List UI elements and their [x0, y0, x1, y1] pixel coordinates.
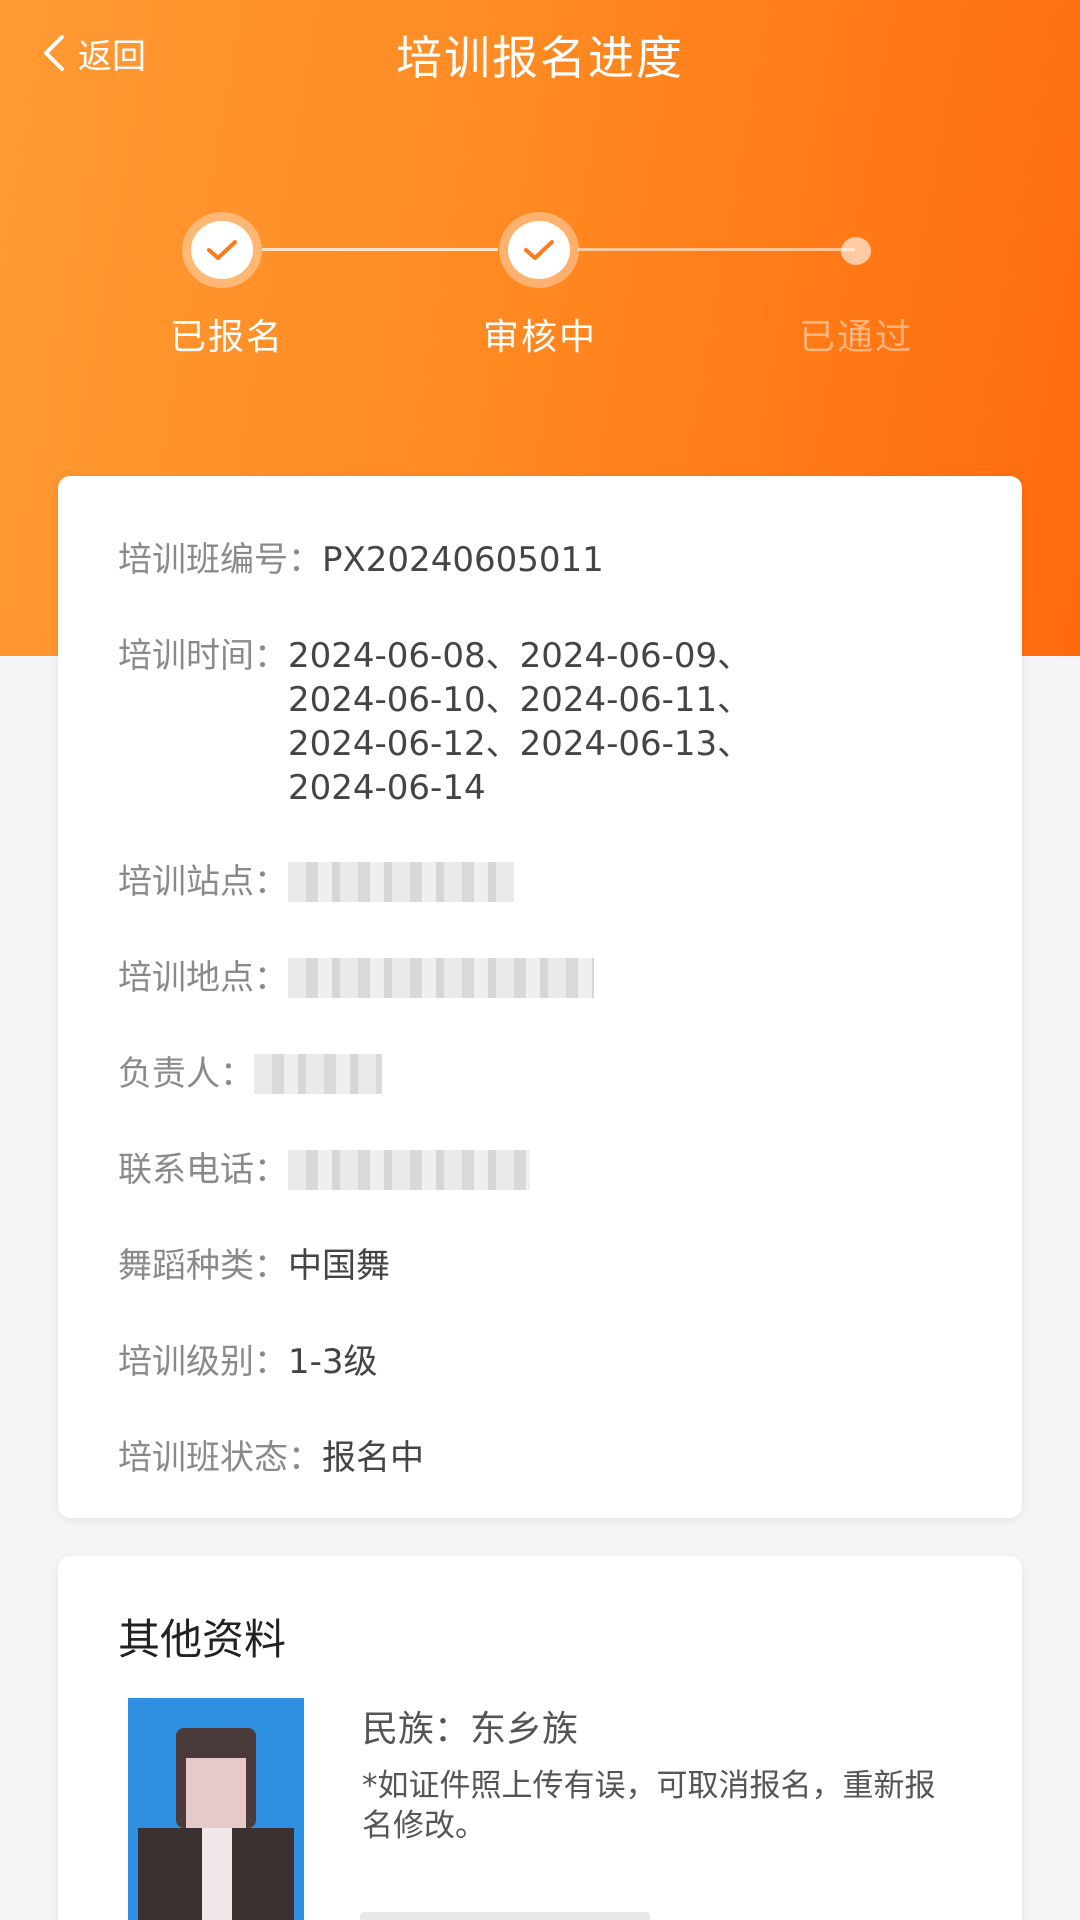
training-time-label: 培训时间： — [118, 636, 288, 676]
class-no-row: 培训班编号： PX20240605011 — [118, 538, 982, 582]
cancel-registration-button[interactable] — [360, 1912, 650, 1920]
class-no-value: PX20240605011 — [322, 540, 604, 580]
training-level-row: 培训级别： 1-3级 — [118, 1340, 982, 1384]
training-level-value: 1-3级 — [288, 1342, 378, 1382]
training-time-row: 培训时间： 2024-06-08、2024-06-09、 2024-06-10、… — [118, 634, 982, 810]
step-2-indicator — [499, 212, 579, 288]
step-connector-1 — [262, 248, 498, 251]
person-in-charge-redacted — [254, 1054, 382, 1094]
id-photo[interactable] — [128, 1698, 304, 1920]
person-in-charge-label: 负责人： — [118, 1054, 254, 1094]
training-dates: 2024-06-08、2024-06-09、 2024-06-10、2024-0… — [288, 634, 751, 810]
phone-redacted — [288, 1150, 530, 1190]
phone-row: 联系电话： — [118, 1148, 982, 1192]
phone-label: 联系电话： — [118, 1150, 288, 1190]
section-title: 其他资料 — [118, 1615, 287, 1664]
page-title: 培训报名进度 — [396, 31, 684, 85]
ethnicity-text: 民族：东乡族 — [362, 1709, 579, 1750]
step-3-indicator — [841, 237, 871, 265]
date-line: 2024-06-10、2024-06-11、 — [288, 680, 752, 720]
dance-type-value: 中国舞 — [288, 1246, 390, 1286]
dance-type-row: 舞蹈种类： 中国舞 — [118, 1244, 982, 1288]
training-level-label: 培训级别： — [118, 1342, 288, 1382]
class-status-label: 培训班状态： — [118, 1438, 322, 1478]
training-location-label: 培训地点： — [118, 958, 288, 998]
top-bar: 返回 培训报名进度 — [0, 0, 1080, 104]
check-icon — [524, 240, 554, 260]
step-connector-2 — [578, 248, 855, 251]
person-in-charge-row: 负责人： — [118, 1052, 982, 1096]
reupload-note: *如证件照上传有误，可取消报名，重新报名修改。 — [362, 1768, 936, 1844]
check-icon — [207, 240, 237, 260]
progress-steps: 已报名 审核中 已通过 — [0, 200, 1080, 360]
training-location-redacted — [288, 958, 594, 998]
class-status-row: 培训班状态： 报名中 — [118, 1436, 982, 1480]
other-info-card: 其他资料 民族：东乡族 *如证件照上传有误，可取消报名，重新报名修改。 — [58, 1556, 1022, 1920]
class-status-value: 报名中 — [322, 1438, 424, 1478]
class-no-label: 培训班编号： — [118, 540, 322, 580]
step-label-approved: 已通过 — [798, 317, 913, 358]
step-1-indicator — [182, 212, 262, 288]
date-line: 2024-06-08、2024-06-09、 — [288, 636, 752, 676]
training-info-card: 培训班编号： PX20240605011 培训时间： 2024-06-08、20… — [58, 476, 1022, 1518]
training-location-row: 培训地点： — [118, 956, 982, 1000]
step-label-registered: 已报名 — [169, 317, 284, 358]
training-site-row: 培训站点： — [118, 860, 982, 904]
training-site-label: 培训站点： — [118, 862, 288, 902]
dance-type-label: 舞蹈种类： — [118, 1246, 288, 1286]
date-line: 2024-06-12、2024-06-13、 — [288, 724, 752, 764]
training-site-redacted — [288, 862, 514, 902]
date-line: 2024-06-14 — [288, 768, 486, 808]
step-label-reviewing: 审核中 — [482, 317, 597, 358]
